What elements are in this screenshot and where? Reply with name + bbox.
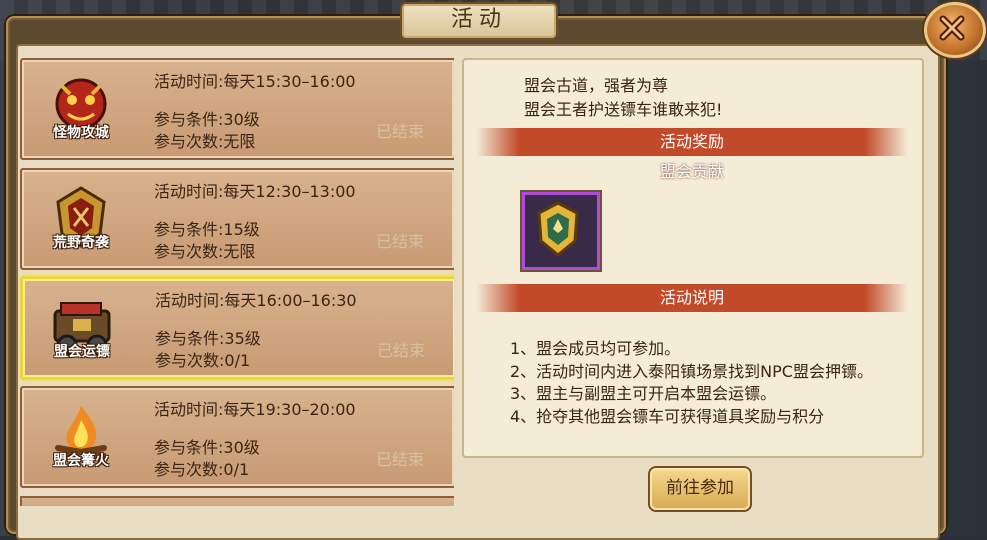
activity-count: 参与次数:0/1	[155, 351, 251, 370]
close-icon	[939, 15, 965, 41]
detail-intro-line1: 盟会古道，强者为尊	[524, 76, 669, 95]
activity-time: 活动时间:每天12:30–13:00	[154, 182, 356, 201]
activity-requirement: 参与条件:35级	[155, 329, 261, 348]
reward-name: 盟会贡献	[659, 162, 724, 181]
activity-time: 活动时间:每天16:00–16:30	[155, 291, 357, 310]
activity-icon-label: 荒野奇袭	[53, 235, 109, 251]
activity-requirement: 参与条件:30级	[154, 438, 260, 457]
description-line: 3、盟主与副盟主可开启本盟会运镖。	[510, 384, 777, 403]
activity-time: 活动时间:每天15:30–16:00	[154, 72, 356, 91]
activity-item-guild-escort[interactable]: 盟会运镖 活动时间:每天16:00–16:30 参与条件:35级 参与次数:0/…	[20, 276, 454, 380]
activity-requirement: 参与条件:15级	[154, 220, 260, 239]
description-line: 2、活动时间内进入泰阳镇场景找到NPC盟会押镖。	[510, 361, 873, 381]
activity-status: 已结束	[376, 232, 425, 251]
activity-detail-panel: 盟会古道，强者为尊 盟会王者护送镖车谁敢来犯! 活动奖励 盟会贡献 活动说明 1…	[462, 58, 924, 458]
activity-icon-label: 盟会篝火	[53, 453, 109, 469]
detail-intro-line2: 盟会王者护送镖车谁敢来犯!	[524, 100, 723, 119]
activity-time: 活动时间:每天19:30–20:00	[154, 400, 356, 419]
activity-requirement: 参与条件:30级	[154, 110, 260, 129]
description-line: 1、盟会成员均可参加。	[510, 339, 681, 358]
description-line: 4、抢夺其他盟会镖车可获得道具奖励与积分	[510, 406, 825, 426]
activity-status: 已结束	[377, 341, 426, 360]
window-title: 活动	[400, 2, 558, 40]
reward-item-slot[interactable]	[522, 192, 600, 270]
activity-item-monster-siege[interactable]: 怪物攻城 活动时间:每天15:30–16:00 参与条件:30级 参与次数:无限…	[20, 58, 454, 160]
reward-header: 活动奖励	[476, 128, 908, 156]
activity-item-guild-bonfire[interactable]: 盟会篝火 活动时间:每天19:30–20:00 参与条件:30级 参与次数:0/…	[20, 386, 454, 488]
description-header: 活动说明	[476, 284, 908, 312]
close-button[interactable]	[924, 2, 986, 58]
activity-list[interactable]: 怪物攻城 活动时间:每天15:30–16:00 参与条件:30级 参与次数:无限…	[20, 58, 454, 506]
activity-status: 已结束	[376, 122, 425, 141]
guild-token-icon	[537, 201, 579, 257]
activity-count: 参与次数:无限	[154, 132, 256, 151]
join-activity-button[interactable]: 前往参加	[648, 466, 752, 512]
activity-description: 1、盟会成员均可参加。 2、活动时间内进入泰阳镇场景找到NPC盟会押镖。 3、盟…	[510, 338, 910, 448]
activity-count: 参与次数:无限	[154, 242, 256, 261]
activity-item-wild-raid[interactable]: 荒野奇袭 活动时间:每天12:30–13:00 参与条件:15级 参与次数:无限…	[20, 168, 454, 270]
activity-icon-label: 盟会运镖	[54, 344, 110, 360]
activity-count: 参与次数:0/1	[154, 460, 250, 479]
activity-status: 已结束	[376, 450, 425, 469]
activity-icon-label: 怪物攻城	[53, 125, 109, 141]
activity-item-partial[interactable]	[20, 496, 454, 506]
